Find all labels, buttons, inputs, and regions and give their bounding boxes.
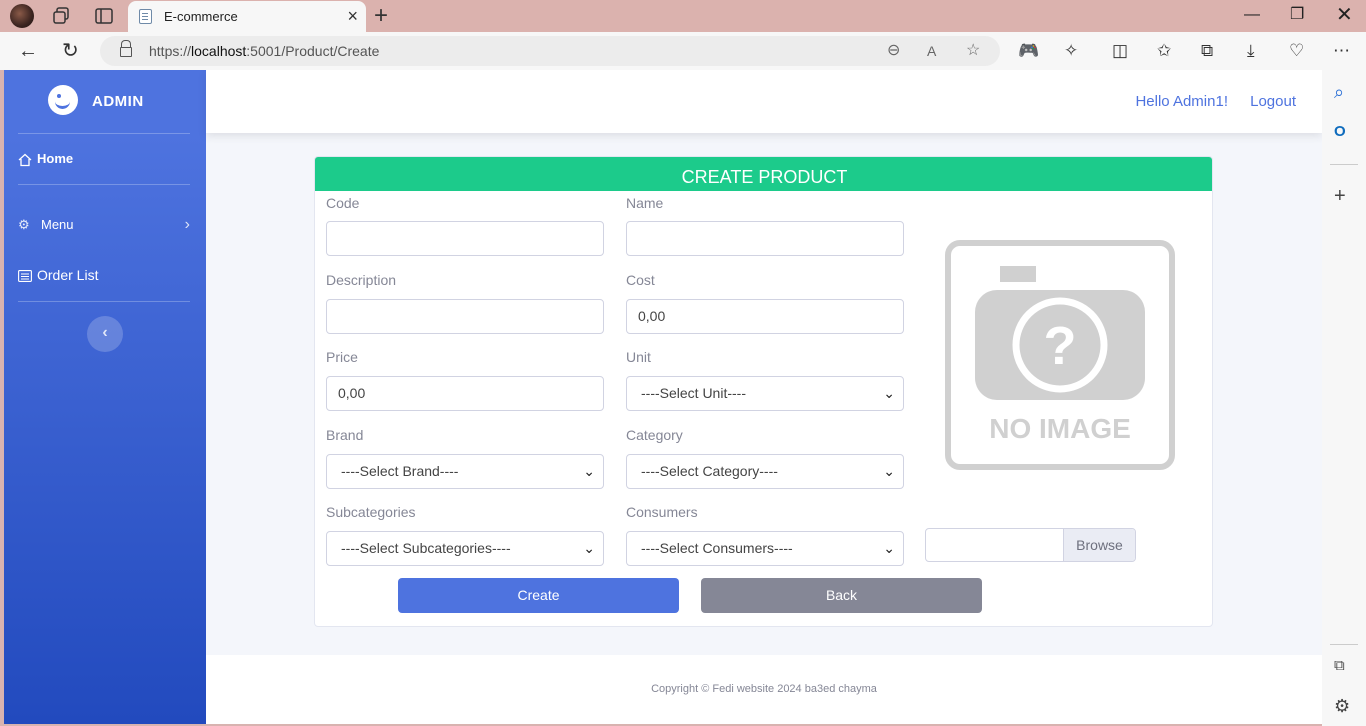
price-input[interactable]: 0,00 xyxy=(326,376,604,411)
more-options-icon[interactable]: ⋯ xyxy=(1333,40,1350,62)
close-tab-icon[interactable]: × xyxy=(347,6,358,26)
read-aloud-icon[interactable]: A xyxy=(927,41,936,61)
description-input[interactable] xyxy=(326,299,604,334)
subcategories-selected-value: ----Select Subcategories---- xyxy=(341,540,511,556)
zoom-out-icon[interactable]: ⊖ xyxy=(887,41,900,61)
brand-label: Brand xyxy=(326,427,364,443)
refresh-icon[interactable]: ↻ xyxy=(62,39,79,63)
extension-game-icon[interactable]: 🎮 xyxy=(1018,40,1039,62)
lock-icon[interactable] xyxy=(120,40,132,57)
add-sidebar-app-icon[interactable]: + xyxy=(1334,186,1346,206)
brand-logo-icon[interactable] xyxy=(48,85,78,115)
gear-icon: ⚙ xyxy=(18,217,30,232)
name-input[interactable] xyxy=(626,221,904,256)
browser-essentials-icon[interactable]: ♡ xyxy=(1289,40,1304,62)
sidebar-divider xyxy=(18,133,190,134)
downloads-icon[interactable]: ⤓ xyxy=(1247,40,1255,62)
subcategories-label: Subcategories xyxy=(326,504,416,520)
card-title: CREATE PRODUCT xyxy=(315,157,1212,191)
copyright-text: Copyright © Fedi website 2024 ba3ed chay… xyxy=(651,683,877,695)
topbar: Hello Admin1! Logout xyxy=(206,70,1322,133)
sidebar-collapse-button[interactable]: ‹ xyxy=(87,316,123,352)
list-icon xyxy=(18,267,34,283)
browser-edge-sidebar: ⌕ O + ⧉ ⚙ xyxy=(1322,70,1366,726)
open-external-icon[interactable]: ⧉ xyxy=(1334,656,1345,676)
outlook-icon[interactable]: O xyxy=(1334,122,1346,142)
chevron-down-icon: ⌄ xyxy=(883,385,895,401)
back-arrow-icon[interactable]: ← xyxy=(18,39,38,63)
address-bar[interactable]: https://localhost:5001/Product/Create ⊖ … xyxy=(100,36,1000,66)
chevron-down-icon: ⌄ xyxy=(883,463,895,479)
user-greeting-link[interactable]: Hello Admin1! xyxy=(1135,93,1228,110)
page-favicon-icon xyxy=(139,9,152,24)
price-label: Price xyxy=(326,349,358,365)
unit-select[interactable]: ----Select Unit---- ⌄ xyxy=(626,376,904,411)
back-button[interactable]: Back xyxy=(701,578,982,613)
unit-label: Unit xyxy=(626,349,651,365)
category-select[interactable]: ----Select Category---- ⌄ xyxy=(626,454,904,489)
split-screen-icon[interactable]: ◫ xyxy=(1112,40,1128,62)
code-input[interactable] xyxy=(326,221,604,256)
no-image-text: NO IMAGE xyxy=(989,413,1131,444)
brand-selected-value: ----Select Brand---- xyxy=(341,463,459,479)
consumers-label: Consumers xyxy=(626,504,698,520)
sidebar-divider xyxy=(18,184,190,185)
chevron-down-icon: ⌄ xyxy=(583,463,595,479)
name-label: Name xyxy=(626,195,664,211)
cost-input[interactable]: 0,00 xyxy=(626,299,904,334)
svg-text:?: ? xyxy=(1044,316,1077,376)
product-image-preview: ? NO IMAGE xyxy=(945,240,1175,470)
category-label: Category xyxy=(626,427,683,443)
chevron-right-icon: › xyxy=(184,216,190,233)
restore-icon[interactable]: ❐ xyxy=(1290,4,1304,26)
browser-titlebar: E-commerce × + — ❐ ✕ xyxy=(0,0,1366,32)
sidebar-item-label: Home xyxy=(37,151,74,166)
brand-title[interactable]: ADMIN xyxy=(92,93,144,110)
create-button[interactable]: Create xyxy=(398,578,679,613)
close-window-icon[interactable]: ✕ xyxy=(1336,4,1353,26)
workspaces-icon[interactable] xyxy=(52,6,72,26)
url-text[interactable]: https://localhost:5001/Product/Create xyxy=(149,43,379,59)
admin-sidebar: ADMIN Home ⚙ Menu › Order List ‹ xyxy=(4,70,206,724)
consumers-select[interactable]: ----Select Consumers---- ⌄ xyxy=(626,531,904,566)
sidebar-divider xyxy=(18,301,190,302)
home-icon xyxy=(18,151,34,167)
image-file-input[interactable]: Browse xyxy=(925,528,1136,562)
search-icon[interactable]: ⌕ xyxy=(1334,82,1344,102)
page-footer: Copyright © Fedi website 2024 ba3ed chay… xyxy=(206,655,1322,724)
browser-tab[interactable]: E-commerce × xyxy=(128,1,366,32)
sidebar-item-label: Menu xyxy=(41,217,74,232)
browse-button[interactable]: Browse xyxy=(1063,529,1135,561)
profile-avatar-icon[interactable] xyxy=(10,4,34,28)
subcategories-select[interactable]: ----Select Subcategories---- ⌄ xyxy=(326,531,604,566)
create-product-card: CREATE PRODUCT Code Name Description Cos… xyxy=(314,156,1213,627)
cost-label: Cost xyxy=(626,272,655,288)
brand-select[interactable]: ----Select Brand---- ⌄ xyxy=(326,454,604,489)
collections-icon[interactable]: ⧉ xyxy=(1201,40,1213,62)
sidebar-item-label: Order List xyxy=(37,267,99,283)
chevron-down-icon: ⌄ xyxy=(583,540,595,556)
new-tab-icon[interactable]: + xyxy=(374,3,388,29)
description-label: Description xyxy=(326,272,397,288)
chevron-down-icon: ⌄ xyxy=(883,540,895,556)
page-viewport: ADMIN Home ⚙ Menu › Order List ‹ Hello A… xyxy=(4,70,1322,724)
favorite-star-icon[interactable]: ☆ xyxy=(966,41,980,61)
consumers-selected-value: ----Select Consumers---- xyxy=(641,540,793,556)
extensions-puzzle-icon[interactable]: ✧ xyxy=(1064,40,1078,62)
minimize-icon[interactable]: — xyxy=(1244,4,1260,26)
favorites-icon[interactable]: ✩ xyxy=(1157,40,1171,62)
code-label: Code xyxy=(326,195,360,211)
settings-gear-icon[interactable]: ⚙ xyxy=(1334,696,1350,716)
category-selected-value: ----Select Category---- xyxy=(641,463,778,479)
logout-link[interactable]: Logout xyxy=(1250,93,1296,110)
tab-actions-icon[interactable] xyxy=(94,6,114,26)
tab-title: E-commerce xyxy=(164,9,238,24)
unit-selected-value: ----Select Unit---- xyxy=(641,385,746,401)
